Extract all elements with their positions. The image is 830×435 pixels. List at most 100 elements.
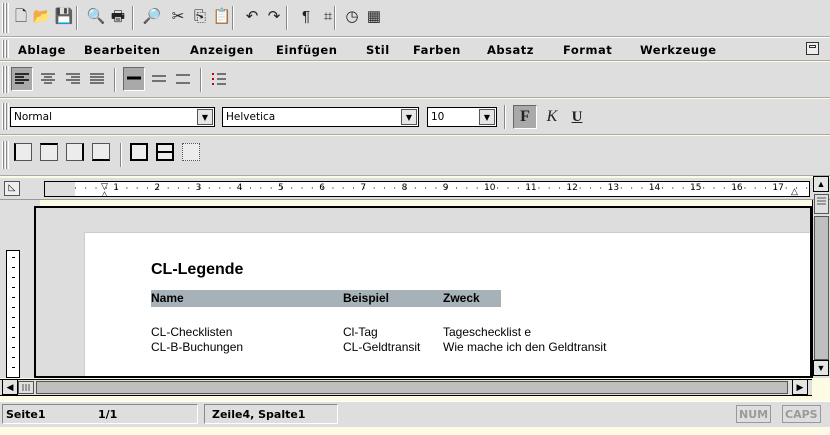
- ruler-tick: ·: [589, 184, 592, 194]
- ruler-tick: ·: [94, 184, 98, 194]
- document-frame[interactable]: CL-Legende Name Beispiel Zweck CL-Checkl…: [34, 206, 812, 378]
- style-select[interactable]: Normal ▼: [10, 107, 215, 127]
- horizontal-scrollbar[interactable]: ◀ ▶: [0, 379, 812, 396]
- menu-format[interactable]: Format: [563, 43, 612, 57]
- print-icon: 🖶: [110, 7, 126, 25]
- ruler-tick: ·: [207, 184, 211, 194]
- style-value: Normal: [14, 111, 52, 123]
- underline-button[interactable]: U: [566, 105, 588, 129]
- ruler-tick: ·: [702, 184, 706, 194]
- undo-button[interactable]: ↶: [240, 4, 264, 28]
- size-select[interactable]: 10 ▼: [427, 107, 497, 127]
- horizontal-scroll-thumb[interactable]: [18, 381, 34, 394]
- horizontal-scroll-track[interactable]: [36, 381, 788, 394]
- scroll-right-icon[interactable]: ▶: [792, 379, 808, 395]
- font-select[interactable]: Helvetica ▼: [222, 107, 419, 127]
- header-zweck: Zweck: [443, 291, 480, 305]
- border-bottom-button[interactable]: [92, 143, 110, 161]
- menu-farben[interactable]: Farben: [413, 43, 461, 57]
- print-preview-button[interactable]: 🔍: [84, 4, 108, 28]
- paragraph-marks-button[interactable]: ¶: [294, 4, 318, 28]
- menu-grip[interactable]: [2, 40, 9, 58]
- scroll-left-icon[interactable]: ◀: [2, 379, 18, 395]
- menu-anzeigen[interactable]: Anzeigen: [190, 43, 254, 57]
- menu-bar: Ablage Bearbeiten Anzeigen Einfügen Stil…: [0, 37, 830, 61]
- vertical-scroll-thumb[interactable]: [814, 194, 829, 214]
- border-inside-button[interactable]: [156, 143, 174, 161]
- ruler-tick: ·: [558, 184, 561, 194]
- document-page[interactable]: CL-Legende Name Beispiel Zweck CL-Checkl…: [84, 232, 810, 376]
- scroll-up-icon[interactable]: ▲: [813, 176, 829, 192]
- page-count: 1/1: [98, 408, 118, 421]
- vertical-ruler-tick: [12, 307, 15, 308]
- paste-button[interactable]: 📋: [210, 4, 234, 28]
- menu-werkzeuge[interactable]: Werkzeuge: [640, 43, 717, 57]
- ruler-tick: ·: [609, 184, 613, 194]
- ruler-tick: ·: [321, 184, 325, 194]
- align-center-button[interactable]: [37, 67, 59, 91]
- one-half-spacing-button[interactable]: [148, 67, 170, 91]
- separator: [76, 6, 78, 30]
- caps-lock-indicator: CAPS: [782, 405, 821, 423]
- alignment-grip[interactable]: [2, 66, 9, 93]
- window-collapse-icon[interactable]: [806, 42, 819, 55]
- ruler-margin: [45, 182, 75, 196]
- ruler-tick: ·: [805, 184, 809, 194]
- bullet-list-button[interactable]: [208, 67, 230, 91]
- copy-button[interactable]: ⎘: [188, 4, 212, 28]
- italic-button[interactable]: K: [541, 105, 563, 129]
- font-grip[interactable]: [2, 103, 9, 130]
- border-right-button[interactable]: [66, 143, 84, 161]
- cut-button[interactable]: ✂: [166, 4, 190, 28]
- frame-button[interactable]: ⌗: [316, 4, 340, 28]
- menu-einfuegen[interactable]: Einfügen: [276, 43, 337, 57]
- border-grip[interactable]: [2, 141, 9, 169]
- chevron-down-icon[interactable]: ▼: [401, 109, 417, 125]
- border-top-button[interactable]: [40, 143, 58, 161]
- ruler-tick: ·: [434, 184, 438, 194]
- font-value: Helvetica: [226, 111, 276, 123]
- toolbar-grip[interactable]: [2, 3, 9, 33]
- find-icon: 🔎: [142, 7, 162, 25]
- chevron-down-icon[interactable]: ▼: [197, 109, 213, 125]
- menu-bearbeiten[interactable]: Bearbeiten: [84, 43, 160, 57]
- ruler-tick: ·: [74, 184, 77, 194]
- align-left-button[interactable]: [11, 67, 33, 91]
- ruler-tick: ·: [692, 184, 695, 194]
- justify-button[interactable]: [86, 67, 108, 91]
- menu-stil[interactable]: Stil: [366, 43, 390, 57]
- separator: [232, 6, 234, 30]
- ruler-tick: ·: [156, 184, 160, 194]
- scroll-track[interactable]: [814, 216, 829, 360]
- single-spacing-button[interactable]: [123, 67, 145, 91]
- vertical-scrollbar[interactable]: ▲ ▼: [812, 176, 830, 378]
- save-button[interactable]: 💾: [52, 4, 76, 28]
- border-none-button[interactable]: [182, 143, 200, 161]
- clock-button[interactable]: ◷: [340, 4, 364, 28]
- border-box-button[interactable]: [130, 143, 148, 161]
- chevron-down-icon[interactable]: ▼: [479, 109, 495, 125]
- double-spacing-button[interactable]: [172, 67, 194, 91]
- scroll-down-icon[interactable]: ▼: [813, 360, 829, 376]
- vertical-ruler-scale[interactable]: [6, 250, 20, 378]
- tab-type-icon[interactable]: ◺: [4, 181, 20, 196]
- ruler-scale[interactable]: ▽△ △ 123456789101112131415161718········…: [44, 181, 810, 197]
- align-left-icon: [15, 73, 29, 84]
- redo-button[interactable]: ↷: [262, 4, 286, 28]
- vertical-ruler-tick: [12, 367, 15, 368]
- ruler-tick: ·: [115, 184, 119, 194]
- ruler-tick: ·: [403, 184, 407, 194]
- menu-absatz[interactable]: Absatz: [487, 43, 534, 57]
- ruler-tick: ·: [177, 184, 180, 194]
- border-left-button[interactable]: [14, 143, 32, 161]
- calendar-button[interactable]: ▦: [362, 4, 386, 28]
- open-folder-button[interactable]: 📂: [30, 4, 54, 28]
- find-button[interactable]: 🔎: [140, 4, 164, 28]
- bold-button[interactable]: F: [513, 105, 537, 129]
- ruler-tick: ·: [547, 184, 551, 194]
- size-value: 10: [431, 111, 445, 123]
- align-right-button[interactable]: [62, 67, 84, 91]
- align-right-icon: [66, 73, 80, 84]
- print-button[interactable]: 🖶: [106, 4, 130, 28]
- menu-ablage[interactable]: Ablage: [18, 43, 66, 57]
